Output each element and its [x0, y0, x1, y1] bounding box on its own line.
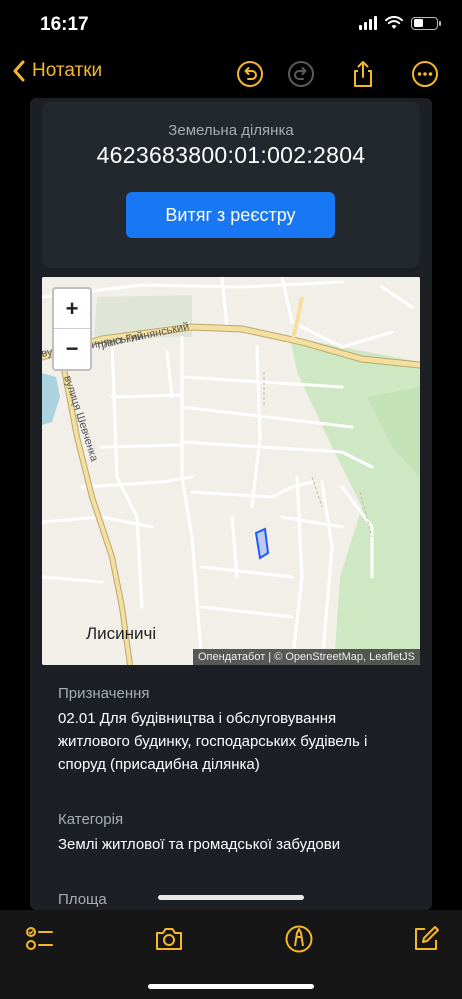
- parcel-number: 4623683800:01:002:2804: [96, 142, 366, 168]
- nav-bar: Нотатки: [0, 50, 462, 98]
- map-attribution[interactable]: Опендатабот | © OpenStreetMap, LeafletJS: [192, 649, 420, 665]
- cellular-signal-icon: [359, 16, 377, 30]
- zoom-control: + −: [52, 287, 92, 371]
- back-button[interactable]: Нотатки: [12, 60, 102, 82]
- wifi-icon: [385, 16, 403, 29]
- zoom-in-button[interactable]: +: [54, 289, 90, 329]
- markup-pen-icon[interactable]: [284, 924, 314, 954]
- compose-icon[interactable]: [411, 924, 441, 954]
- map-tiles: вулиця Глинянський тракт Глинянський вул…: [42, 277, 420, 665]
- camera-icon[interactable]: [154, 924, 184, 954]
- place-label: Лисиничі: [86, 624, 156, 643]
- battery-icon: [411, 16, 441, 30]
- back-label: Нотатки: [32, 60, 103, 81]
- zoom-out-button[interactable]: −: [54, 329, 90, 369]
- status-bar: 16:17: [0, 0, 462, 50]
- category-value: Землі житлової та громадської забудови: [58, 836, 341, 853]
- scroll-indicator: [158, 895, 304, 900]
- chevron-left-icon: [13, 60, 25, 82]
- more-options-icon[interactable]: [411, 60, 439, 88]
- area-label: Площа: [58, 891, 107, 908]
- undo-icon[interactable]: [236, 60, 264, 88]
- registry-extract-button[interactable]: Витяг з реєстру: [126, 192, 335, 238]
- status-icons: [359, 16, 441, 30]
- purpose-value: 02.01 Для будівництва і обслуговування ж…: [58, 710, 368, 773]
- checklist-icon[interactable]: [24, 924, 54, 954]
- parcel-map[interactable]: вулиця Глинянський тракт Глинянський вул…: [42, 277, 420, 665]
- redo-icon[interactable]: [287, 60, 315, 88]
- status-time: 16:17: [40, 14, 89, 35]
- bottom-toolbar: [0, 910, 462, 999]
- home-indicator: [148, 984, 314, 989]
- category-label: Категорія: [58, 811, 124, 828]
- parcel-label: Земельна ділянка: [168, 122, 294, 139]
- purpose-label: Призначення: [58, 685, 150, 702]
- share-icon[interactable]: [349, 60, 377, 88]
